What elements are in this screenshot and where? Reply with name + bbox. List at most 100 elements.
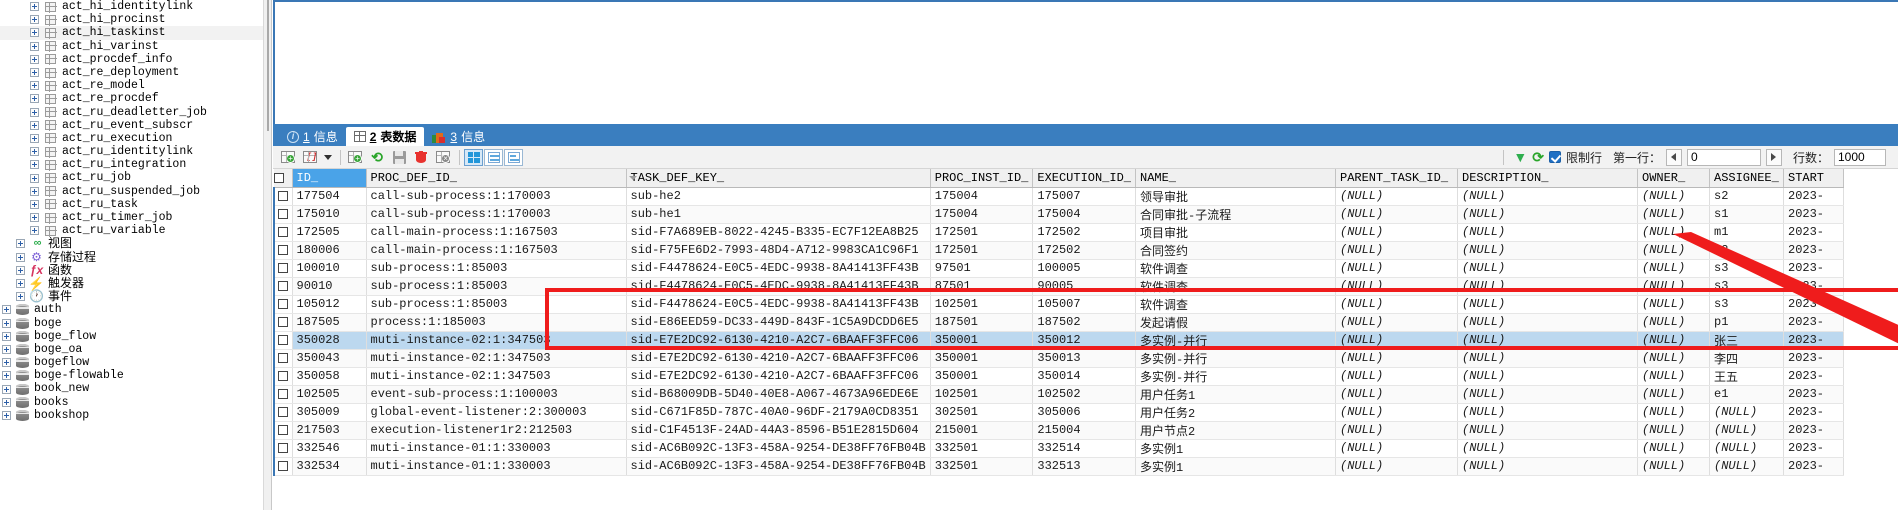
cell-proc-inst-id[interactable]: 350001: [930, 331, 1034, 350]
cell-proc-def-id[interactable]: execution-listener1r2:212503: [366, 421, 627, 440]
tree-item-table[interactable]: act_re_procdef: [0, 92, 263, 105]
cell-assignee[interactable]: (NULL): [1709, 439, 1784, 458]
cell-proc-def-id[interactable]: muti-instance-01:1:330003: [366, 439, 627, 458]
row-select-cell[interactable]: [273, 457, 293, 476]
expand-icon[interactable]: [30, 199, 39, 209]
tree-item-table[interactable]: act_hi_procinst: [0, 13, 263, 26]
expand-icon[interactable]: [30, 94, 39, 104]
tree-item-database[interactable]: boge: [0, 317, 263, 330]
cell-assignee[interactable]: (NULL): [1709, 403, 1784, 422]
object-tree-sidebar[interactable]: act_hi_identitylink act_hi_procinst act_hi…: [0, 0, 264, 510]
cell-name[interactable]: 软件调查: [1135, 295, 1336, 314]
table-row[interactable]: 305009 global-event-listener:2:300003 sid-…: [273, 403, 1844, 422]
tree-item-table[interactable]: act_procdef_info: [0, 53, 263, 66]
cell-execution-id[interactable]: 187502: [1032, 313, 1136, 332]
cell-parent-task-id[interactable]: (NULL): [1335, 187, 1458, 206]
cell-assignee[interactable]: 李四: [1709, 349, 1784, 368]
column-header-execution-id[interactable]: EXECUTION_ID_: [1032, 169, 1136, 188]
cell-proc-inst-id[interactable]: 175004: [930, 205, 1034, 224]
cell-start[interactable]: 2023-: [1783, 187, 1844, 206]
table-row[interactable]: 177504 call-sub-process:1:170003 sub-he2 17…: [273, 187, 1844, 206]
cell-description[interactable]: (NULL): [1457, 331, 1638, 350]
expand-icon[interactable]: [2, 384, 11, 394]
expand-icon[interactable]: [16, 292, 25, 302]
expand-icon[interactable]: [16, 252, 25, 262]
row-checkbox[interactable]: [278, 190, 289, 201]
row-checkbox[interactable]: [278, 262, 289, 273]
cell-proc-def-id[interactable]: muti-instance-02:1:347503: [366, 367, 627, 386]
column-header-parent-task-id[interactable]: PARENT_TASK_ID_: [1335, 169, 1458, 188]
expand-icon[interactable]: [30, 186, 39, 196]
tree-item-table[interactable]: act_ru_deadletter_job: [0, 106, 263, 119]
table-row[interactable]: 175010 call-sub-process:1:170003 sub-he1 17…: [273, 205, 1844, 224]
cell-execution-id[interactable]: 175007: [1032, 187, 1136, 206]
table-row[interactable]: 350028 muti-instance-02:1:347503 sid-E7E2D…: [273, 331, 1844, 350]
cell-start[interactable]: 2023-: [1783, 439, 1844, 458]
cell-description[interactable]: (NULL): [1457, 403, 1638, 422]
cell-proc-def-id[interactable]: muti-instance-02:1:347503: [366, 331, 627, 350]
cell-proc-def-id[interactable]: muti-instance-01:1:330003: [366, 457, 627, 476]
tab-1[interactable]: i 1 信息: [279, 127, 346, 146]
cell-proc-inst-id[interactable]: 172501: [930, 223, 1034, 242]
insert-dropdown-button[interactable]: [322, 148, 334, 167]
row-checkbox[interactable]: [278, 316, 289, 327]
cell-id[interactable]: 175010: [292, 205, 367, 224]
row-select-cell[interactable]: [273, 223, 293, 242]
row-select-cell[interactable]: [273, 349, 293, 368]
cell-description[interactable]: (NULL): [1457, 205, 1638, 224]
cell-description[interactable]: (NULL): [1457, 295, 1638, 314]
filter-icon[interactable]: ▼: [1513, 149, 1527, 165]
cell-start[interactable]: 2023-: [1783, 259, 1844, 278]
save-button[interactable]: [389, 148, 409, 167]
cell-owner[interactable]: (NULL): [1637, 277, 1710, 296]
cell-proc-def-id[interactable]: call-sub-process:1:170003: [366, 187, 627, 206]
cell-parent-task-id[interactable]: (NULL): [1335, 403, 1458, 422]
cell-task-def-key[interactable]: sid-F4478624-E0C5-4EDC-9938-8A41413FF43B: [626, 259, 931, 278]
cell-description[interactable]: (NULL): [1457, 277, 1638, 296]
cell-owner[interactable]: (NULL): [1637, 385, 1710, 404]
expand-icon[interactable]: [16, 279, 25, 289]
cell-start[interactable]: 2023-: [1783, 349, 1844, 368]
cell-owner[interactable]: (NULL): [1637, 457, 1710, 476]
cell-id[interactable]: 332546: [292, 439, 367, 458]
expand-icon[interactable]: [30, 54, 39, 64]
cell-assignee[interactable]: m1: [1709, 223, 1784, 242]
expand-icon[interactable]: [30, 15, 39, 25]
cell-owner[interactable]: (NULL): [1637, 313, 1710, 332]
cell-proc-inst-id[interactable]: 102501: [930, 385, 1034, 404]
refresh-record-button[interactable]: ⟲: [367, 148, 387, 167]
expand-icon[interactable]: [16, 265, 25, 275]
tree-item-table[interactable]: act_ru_suspended_job: [0, 185, 263, 198]
cell-description[interactable]: (NULL): [1457, 223, 1638, 242]
table-row[interactable]: 90010 sub-process:1:85003 sid-F4478624-E0C…: [273, 277, 1844, 296]
cell-id[interactable]: 177504: [292, 187, 367, 206]
cell-description[interactable]: (NULL): [1457, 349, 1638, 368]
form-view-button[interactable]: [484, 148, 503, 166]
tab-2[interactable]: 2 表数据: [345, 127, 425, 146]
add-record-button[interactable]: +: [278, 148, 298, 167]
cell-proc-def-id[interactable]: event-sub-process:1:100003: [366, 385, 627, 404]
tree-item-database[interactable]: bookshop: [0, 409, 263, 422]
row-checkbox[interactable]: [278, 406, 289, 417]
expand-icon[interactable]: [16, 239, 25, 249]
cell-task-def-key[interactable]: sid-F4478624-E0C5-4EDC-9938-8A41413FF43B: [626, 277, 931, 296]
cell-assignee[interactable]: p1: [1709, 313, 1784, 332]
row-checkbox[interactable]: [278, 370, 289, 381]
sidebar-splitter[interactable]: [264, 0, 272, 510]
cell-task-def-key[interactable]: sid-F75FE6D2-7993-48D4-A712-9983CA1C96F1: [626, 241, 931, 260]
column-header-task-def-key[interactable]: TASK_DEF_KEY_: [626, 169, 931, 188]
cell-proc-def-id[interactable]: global-event-listener:2:300003: [366, 403, 627, 422]
cell-assignee[interactable]: 张三: [1709, 331, 1784, 350]
cell-execution-id[interactable]: 90005: [1032, 277, 1136, 296]
tree-item-table[interactable]: act_hi_identitylink: [0, 0, 263, 13]
cell-name[interactable]: 多实例1: [1135, 439, 1336, 458]
cell-start[interactable]: 2023-: [1783, 403, 1844, 422]
cell-proc-inst-id[interactable]: 97501: [930, 259, 1034, 278]
duplicate-record-button[interactable]: +: [345, 148, 365, 167]
refresh-icon[interactable]: ⟳: [1532, 149, 1544, 166]
tree-item-table[interactable]: act_ru_identitylink: [0, 145, 263, 158]
tree-item-database[interactable]: bogeflow: [0, 356, 263, 369]
tree-item-table[interactable]: act_ru_timer_job: [0, 211, 263, 224]
cell-owner[interactable]: (NULL): [1637, 259, 1710, 278]
cell-execution-id[interactable]: 175004: [1032, 205, 1136, 224]
